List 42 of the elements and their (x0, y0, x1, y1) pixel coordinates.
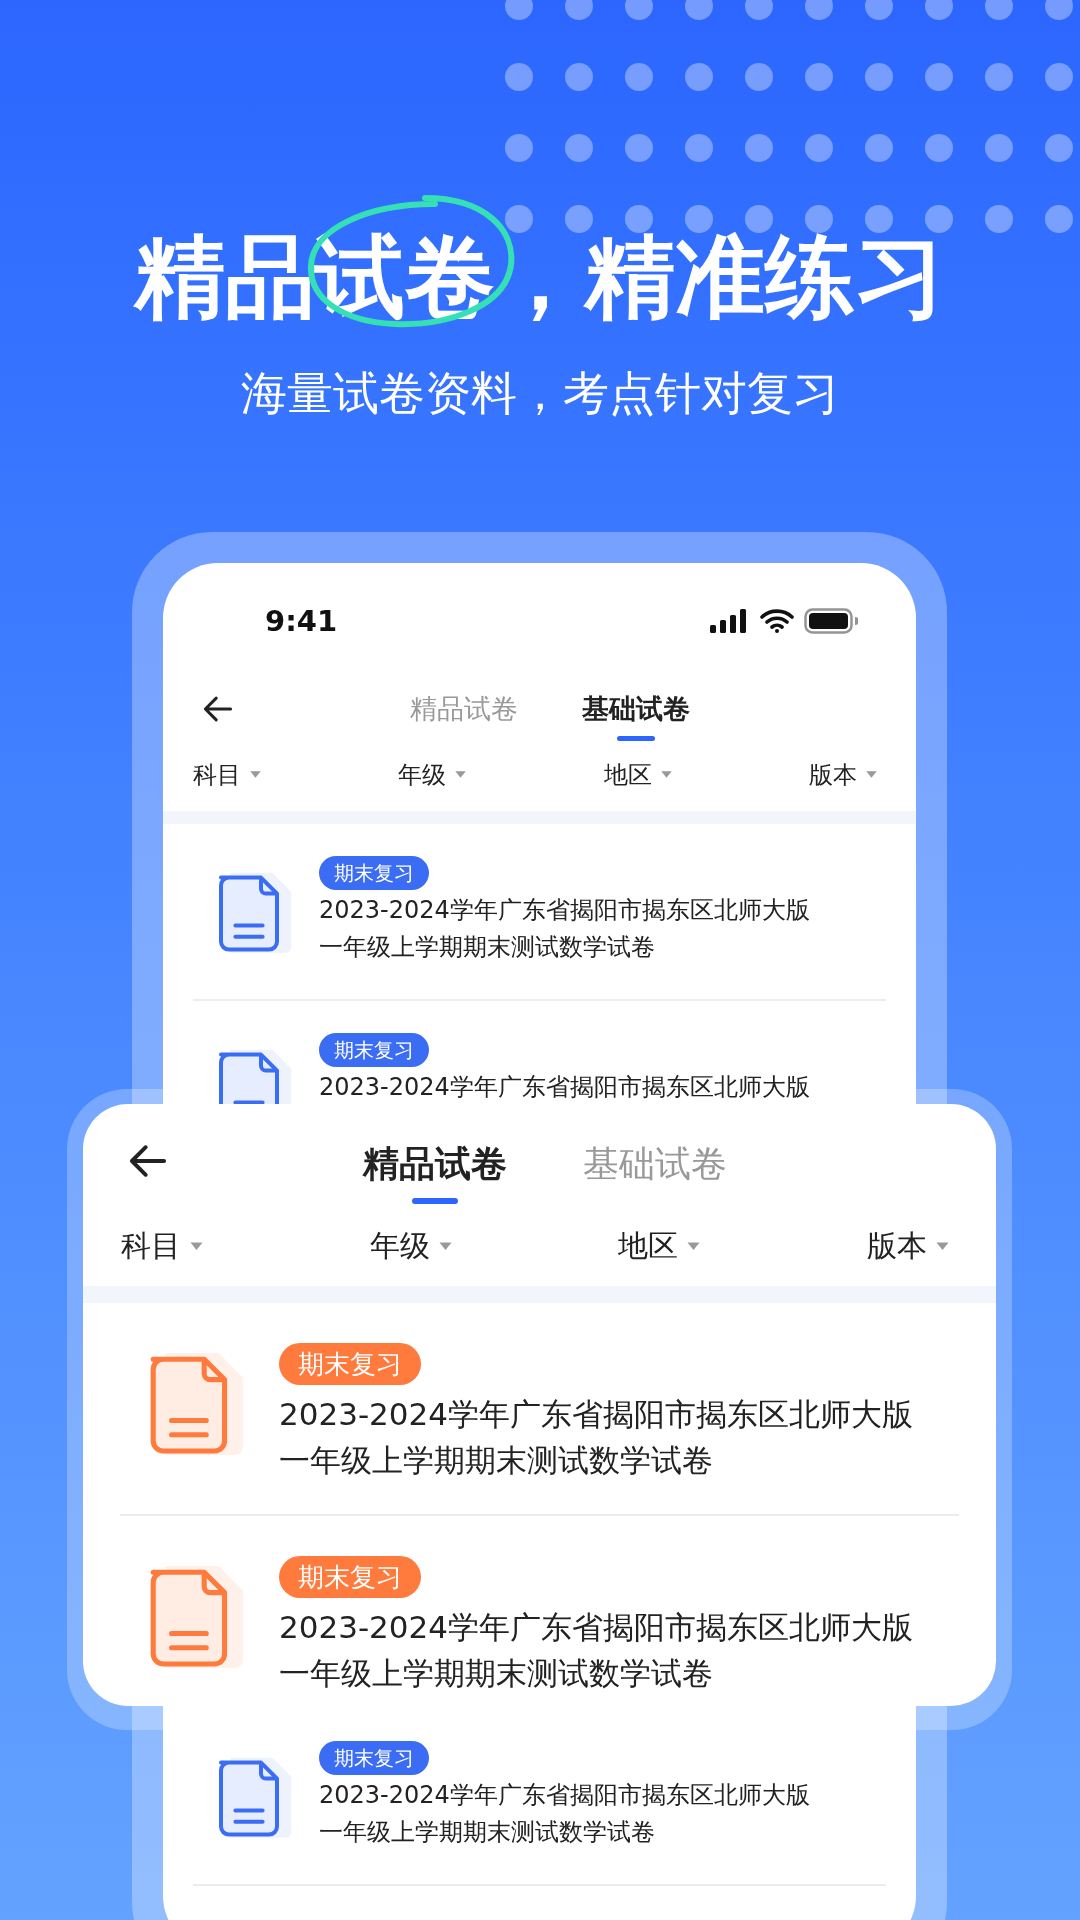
list-item[interactable]: 期末复习 2023-2024学年广东省揭阳市揭东区北师大版 一年级上学期期末测试数学试卷 (193, 824, 886, 1001)
list-item[interactable]: 期末复习 2023-2024学年广东省揭阳市揭东区北师大版 一年级上学期期末测试数学试卷 (120, 1516, 959, 1706)
status-time: 9:41 (265, 606, 338, 636)
filter-dropdown[interactable]: 版本 (809, 763, 878, 787)
caret-down-icon (686, 1240, 702, 1252)
subtitle: 海量试卷资料，考点针对复习 (241, 370, 839, 416)
paper-title: 2023-2024学年广东省揭阳市揭东区北师大版 (319, 1072, 810, 1103)
filter-dropdown[interactable]: 年级 (369, 1231, 453, 1261)
paper-title: 一年级上学期期末测试数学试卷 (319, 1817, 655, 1848)
tab[interactable]: 基础试卷 (581, 675, 690, 741)
tag: 期末复习 (319, 856, 429, 890)
wifi-icon (760, 609, 794, 633)
headline-text: ，精准练习 (495, 232, 945, 322)
paper-title: 2023-2024学年广东省揭阳市揭东区北师大版 (319, 895, 810, 926)
filter-dropdown[interactable]: 年级 (398, 763, 468, 787)
paper-title: 一年级上学期期末测试数学试卷 (319, 932, 655, 963)
caret-down-icon (437, 1240, 453, 1252)
tag: 期末复习 (319, 1741, 429, 1775)
caret-down-icon (659, 770, 673, 780)
paper-title: 2023-2024学年广东省揭阳市揭东区北师大版 (279, 1608, 913, 1647)
paper-title: 2023-2024学年广东省揭阳市揭东区北师大版 (319, 1780, 810, 1811)
list-item[interactable]: 期末复习 2023-2024学年广东省揭阳市揭东区北师大版 一年级上学期期末测试数学试卷 (193, 1709, 886, 1886)
headline-text: 精品 (135, 232, 315, 322)
battery-icon (804, 608, 858, 634)
tag: 期末复习 (319, 1033, 429, 1067)
tag: 期末复习 (279, 1556, 421, 1598)
caret-down-icon (865, 770, 878, 780)
caret-down-icon (189, 1240, 204, 1252)
list-item[interactable]: 期末复习 2023-2024学年广东省揭阳市揭东区北师大版 一年级上学期期末测试数学试卷 (120, 1303, 959, 1516)
paper-title: 一年级上学期期末测试数学试卷 (279, 1654, 713, 1693)
filter-dropdown[interactable]: 版本 (866, 1231, 950, 1261)
tag: 期末复习 (279, 1343, 421, 1385)
filter-dropdown[interactable]: 科目 (193, 763, 262, 787)
filter-dropdown[interactable]: 地区 (603, 763, 673, 787)
filter-dropdown[interactable]: 地区 (618, 1231, 702, 1261)
caret-down-icon (934, 1240, 950, 1252)
circled-headline-text: 试卷 (315, 232, 495, 322)
caret-down-icon (249, 770, 262, 780)
paper-title: 一年级上学期期末测试数学试卷 (279, 1441, 713, 1480)
caret-down-icon (454, 770, 468, 780)
filter-dropdown[interactable]: 科目 (121, 1231, 204, 1261)
paper-title: 2023-2024学年广东省揭阳市揭东区北师大版 (279, 1395, 913, 1434)
